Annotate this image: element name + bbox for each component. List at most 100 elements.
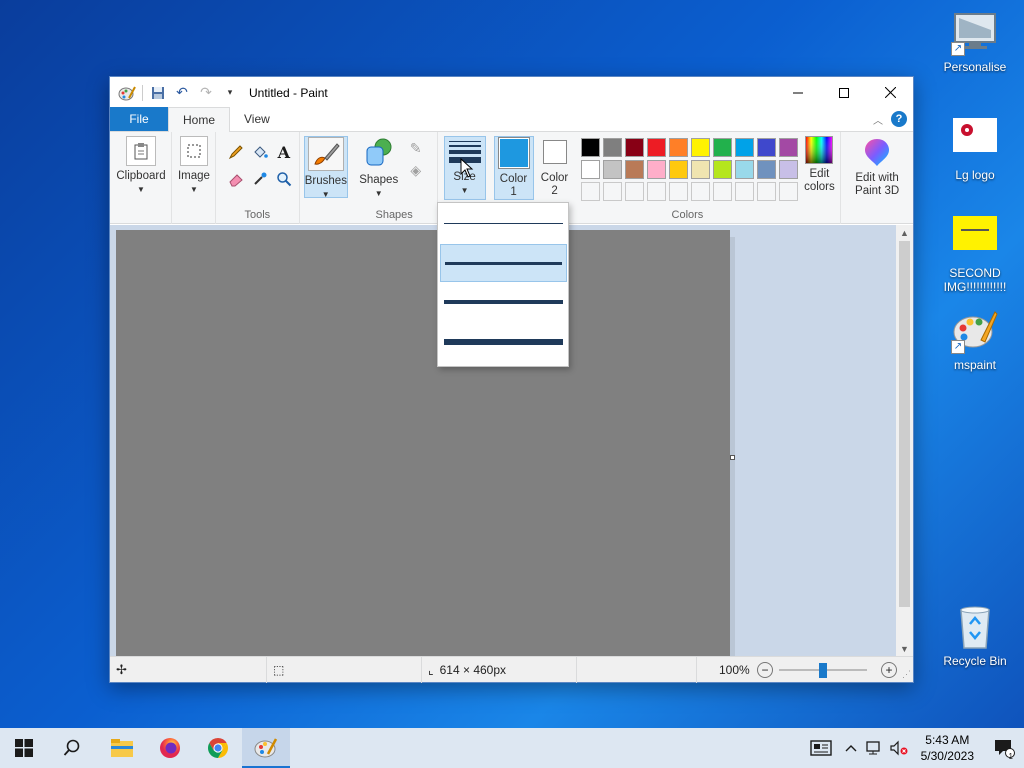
color-swatch[interactable]	[735, 138, 755, 157]
color-swatch[interactable]	[669, 182, 689, 201]
resize-handle-right[interactable]	[730, 455, 735, 460]
outline-icon[interactable]: ✎	[406, 138, 426, 158]
color-swatch[interactable]	[581, 160, 601, 179]
zoom-slider-thumb[interactable]	[819, 662, 827, 678]
tab-file[interactable]: File	[110, 107, 168, 131]
color-swatch[interactable]	[647, 138, 667, 157]
desktop-icon-recycle-bin[interactable]: Recycle Bin	[937, 602, 1013, 668]
magnifier-icon[interactable]	[274, 169, 294, 189]
color-swatch[interactable]	[735, 160, 755, 179]
chevron-up-icon	[845, 745, 857, 752]
edit-colors-button[interactable]: Edit colors	[799, 136, 839, 194]
color-swatch[interactable]	[625, 182, 645, 201]
taskbar-paint[interactable]	[242, 728, 290, 768]
save-icon[interactable]	[149, 84, 167, 102]
zoom-in-button[interactable]: +	[881, 661, 897, 678]
clipboard-button[interactable]: Clipboard ▼	[114, 136, 168, 196]
color-swatch[interactable]	[779, 138, 799, 157]
shape-fill-icon[interactable]: ◈	[406, 160, 426, 180]
color1-button[interactable]: Color 1	[493, 136, 534, 200]
color-swatch[interactable]	[581, 138, 601, 157]
help-button[interactable]: ?	[891, 111, 907, 127]
news-widget-button[interactable]	[803, 728, 839, 768]
taskbar: 5:43 AM 5/30/2023 1	[0, 728, 1024, 768]
text-icon[interactable]: A	[274, 142, 294, 162]
color-swatch[interactable]	[603, 182, 623, 201]
color-swatch[interactable]	[625, 160, 645, 179]
color-swatch[interactable]	[647, 160, 667, 179]
customize-qat-icon[interactable]: ▾	[221, 84, 239, 102]
color-swatch[interactable]	[625, 138, 645, 157]
collapse-ribbon-icon[interactable]: ︿	[873, 112, 883, 127]
desktop-icon-label: Personalise	[943, 60, 1007, 74]
color-swatch[interactable]	[691, 182, 711, 201]
tab-view[interactable]: View	[230, 107, 284, 131]
scroll-up-icon[interactable]: ▲	[896, 225, 913, 241]
desktop-icon-lg-logo[interactable]: Lg logo	[937, 116, 1013, 182]
scrollbar-thumb[interactable]	[899, 241, 910, 607]
redo-icon[interactable]: ↷	[197, 84, 215, 102]
pencil-icon[interactable]	[226, 142, 246, 162]
chevron-down-icon: ▼	[189, 185, 198, 194]
tab-home[interactable]: Home	[168, 107, 231, 132]
title-bar: ↶ ↷ ▾ Untitled - Paint	[110, 77, 913, 108]
desktop-icon-second-img[interactable]: SECOND IMG!!!!!!!!!!!!	[937, 214, 1013, 294]
minimize-button[interactable]	[775, 77, 821, 108]
color-swatch[interactable]	[757, 182, 777, 201]
color-swatch[interactable]	[691, 160, 711, 179]
resize-grip-icon[interactable]: ⋰	[902, 669, 911, 680]
show-hidden-icons-button[interactable]	[839, 728, 863, 768]
search-button[interactable]	[48, 728, 96, 768]
volume-button[interactable]	[887, 728, 911, 768]
network-button[interactable]	[863, 728, 887, 768]
paint-app-icon[interactable]	[118, 84, 136, 102]
color-swatch[interactable]	[647, 182, 667, 201]
color-swatch[interactable]	[713, 160, 733, 179]
close-button[interactable]	[867, 77, 913, 108]
size-option-3px[interactable]	[440, 244, 567, 282]
color-swatch[interactable]	[669, 160, 689, 179]
taskbar-firefox[interactable]	[146, 728, 194, 768]
taskbar-file-explorer[interactable]	[98, 728, 146, 768]
color-swatch[interactable]	[779, 160, 799, 179]
edit-with-paint3d-button[interactable]: Edit with Paint 3D	[847, 136, 907, 198]
color-swatch[interactable]	[713, 138, 733, 157]
color-swatch[interactable]	[713, 182, 733, 201]
action-center-button[interactable]: 1	[984, 728, 1024, 768]
zoom-slider[interactable]	[779, 662, 867, 678]
maximize-button[interactable]	[821, 77, 867, 108]
color-picker-icon[interactable]	[250, 169, 270, 189]
color-swatch[interactable]	[603, 138, 623, 157]
color-swatch[interactable]	[691, 138, 711, 157]
color-swatch[interactable]	[603, 160, 623, 179]
color-swatch[interactable]	[735, 182, 755, 201]
image-button[interactable]: Image ▼	[174, 136, 214, 196]
size-option-5px[interactable]	[440, 283, 567, 321]
desktop-icon-personalise[interactable]: ↗ Personalise	[937, 8, 1013, 74]
brushes-button[interactable]: Brushes ▼	[303, 136, 348, 199]
eraser-icon[interactable]	[226, 169, 246, 189]
color-swatch[interactable]	[581, 182, 601, 201]
undo-icon[interactable]: ↶	[173, 84, 191, 102]
shapes-button[interactable]: Shapes ▼	[356, 136, 402, 200]
image-group: Image ▼	[172, 132, 216, 224]
vertical-scrollbar[interactable]: ▲ ▼	[896, 225, 913, 657]
size-option-1px[interactable]	[440, 205, 567, 243]
taskbar-chrome[interactable]	[194, 728, 242, 768]
taskbar-clock[interactable]: 5:43 AM 5/30/2023	[911, 732, 984, 764]
color2-button[interactable]: Color 2	[536, 136, 574, 198]
color-swatch[interactable]	[779, 182, 799, 201]
scroll-down-icon[interactable]: ▼	[896, 641, 913, 657]
clipboard-group: Clipboard ▼	[110, 132, 172, 224]
color-swatch[interactable]	[757, 138, 777, 157]
paint-window: ↶ ↷ ▾ Untitled - Paint File Home View ︿ …	[109, 76, 914, 683]
start-icon	[15, 739, 33, 757]
size-option-8px[interactable]	[440, 322, 567, 360]
fill-icon[interactable]	[250, 142, 270, 162]
color-swatch[interactable]	[669, 138, 689, 157]
zoom-out-button[interactable]: −	[757, 661, 773, 678]
drawing-canvas[interactable]	[116, 230, 730, 656]
color-swatch[interactable]	[757, 160, 777, 179]
start-button[interactable]	[0, 728, 48, 768]
desktop-icon-mspaint[interactable]: ↗ mspaint	[937, 306, 1013, 372]
